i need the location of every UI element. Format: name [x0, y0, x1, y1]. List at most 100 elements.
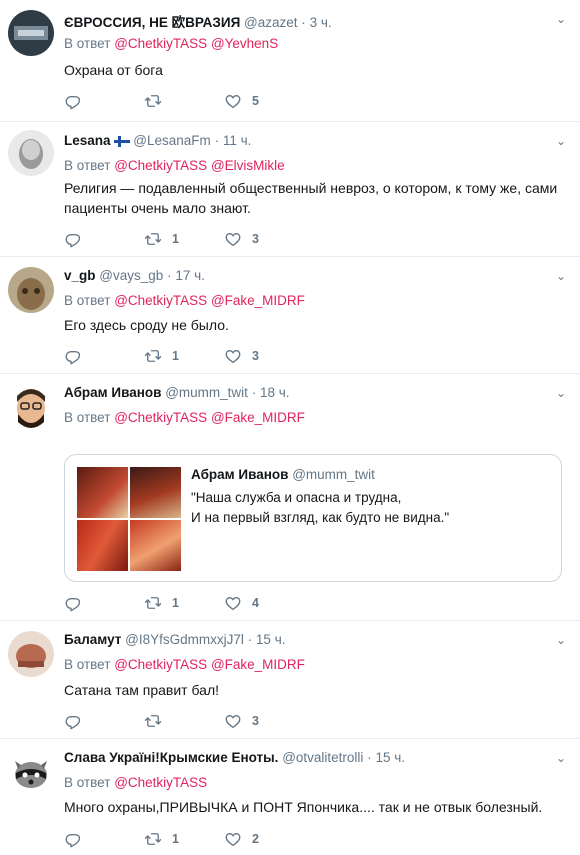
separator-dot: ·	[214, 133, 220, 148]
mention-link[interactable]: @ChetkiyTASS	[114, 775, 207, 790]
quoted-author-name: Абрам Иванов	[191, 467, 289, 482]
author-name[interactable]: Слава Україні!Крымские Еноты.	[64, 750, 278, 765]
author-name[interactable]: Баламут	[64, 632, 121, 647]
reply-icon	[64, 830, 82, 848]
retweet-count: 1	[172, 596, 179, 610]
avatar[interactable]	[8, 631, 54, 677]
heart-icon	[224, 230, 242, 248]
mention-link[interactable]: @Fake_MIDRF	[211, 410, 305, 425]
reply-context: В ответ @ChetkiyTASS	[64, 775, 207, 790]
retweet-count: 1	[172, 349, 179, 363]
retweet-icon	[144, 830, 162, 848]
heart-icon	[224, 712, 242, 730]
timestamp[interactable]: 11 ч.	[223, 133, 252, 148]
avatar[interactable]	[8, 10, 54, 56]
reply-prefix: В ответ	[64, 36, 111, 51]
quoted-text-line: "Наша служба и опасна и трудна,	[191, 490, 402, 505]
mention-link[interactable]: @Fake_MIDRF	[211, 657, 305, 672]
reply-icon	[64, 347, 82, 365]
retweet-count: 1	[172, 832, 179, 846]
like-button[interactable]: 4	[224, 594, 304, 612]
reply-button[interactable]	[64, 347, 144, 365]
reply-prefix: В ответ	[64, 293, 111, 308]
timestamp[interactable]: 15 ч.	[375, 750, 405, 765]
reply-button[interactable]	[64, 230, 144, 248]
heart-icon	[224, 347, 242, 365]
author-name[interactable]: v_gb	[64, 268, 96, 283]
mention-link[interactable]: @ElvisMikle	[211, 158, 285, 173]
mention-link[interactable]: @ChetkiyTASS	[114, 657, 207, 672]
author-name[interactable]: Lesana	[64, 133, 111, 148]
retweet-button[interactable]	[144, 92, 224, 110]
reply-prefix: В ответ	[64, 775, 111, 790]
mention-link[interactable]: @ChetkiyTASS	[114, 158, 207, 173]
separator-dot: ·	[301, 15, 306, 30]
reply-button[interactable]	[64, 712, 144, 730]
like-count: 3	[252, 232, 259, 246]
chevron-down-icon[interactable]: ⌄	[556, 12, 566, 26]
tweet[interactable]: Lesana @LesanaFm · 11 ч. ⌄ В ответ @Chet…	[0, 122, 580, 257]
tweet[interactable]: Баламут @I8YfsGdmmxxjJ7l · 15 ч. ⌄ В отв…	[0, 621, 580, 739]
author-handle[interactable]: @mumm_twit	[165, 385, 248, 400]
heart-icon	[224, 92, 242, 110]
like-button[interactable]: 3	[224, 230, 304, 248]
timestamp[interactable]: 15 ч.	[256, 632, 286, 647]
reply-icon	[64, 594, 82, 612]
author-handle[interactable]: @azazet	[244, 15, 297, 30]
avatar[interactable]	[8, 384, 54, 430]
retweet-button[interactable]: 1	[144, 347, 224, 365]
tweet[interactable]: Слава Україні!Крымские Еноты. @otvalitet…	[0, 739, 580, 855]
mention-link[interactable]: @ChetkiyTASS	[114, 36, 207, 51]
author-handle[interactable]: @otvalitetrolli	[282, 750, 363, 765]
author-name[interactable]: Абрам Иванов	[64, 385, 161, 400]
timestamp[interactable]: 17 ч.	[175, 268, 205, 283]
chevron-down-icon[interactable]: ⌄	[556, 386, 566, 400]
like-button[interactable]: 5	[224, 92, 304, 110]
tweet[interactable]: Абрам Иванов @mumm_twit · 18 ч. ⌄ В отве…	[0, 374, 580, 621]
chevron-down-icon[interactable]: ⌄	[556, 633, 566, 647]
reply-button[interactable]	[64, 830, 144, 848]
avatar[interactable]	[8, 130, 54, 176]
like-button[interactable]: 3	[224, 712, 304, 730]
media-thumbnail[interactable]	[130, 520, 181, 571]
tweet[interactable]: v_gb @vays_gb · 17 ч. ⌄ В ответ @Chetkiy…	[0, 257, 580, 374]
quoted-tweet[interactable]: Абрам Иванов @mumm_twit "Наша служба и о…	[64, 454, 562, 582]
retweet-button[interactable]: 1	[144, 594, 224, 612]
chevron-down-icon[interactable]: ⌄	[556, 134, 566, 148]
mention-link[interactable]: @Fake_MIDRF	[211, 293, 305, 308]
reply-button[interactable]	[64, 594, 144, 612]
chevron-down-icon[interactable]: ⌄	[556, 269, 566, 283]
tweet-text: Много охраны,ПРИВЫЧКА и ПОНТ Япончика...…	[64, 799, 543, 815]
tweet-actions: 1 4	[64, 593, 304, 613]
mention-link[interactable]: @YevhenS	[211, 36, 278, 51]
like-count: 4	[252, 596, 259, 610]
retweet-button[interactable]: 1	[144, 230, 224, 248]
media-thumbnail[interactable]	[77, 520, 128, 571]
reply-button[interactable]	[64, 92, 144, 110]
retweet-button[interactable]: 1	[144, 830, 224, 848]
author-name[interactable]: ЄВРОССИЯ, НЕ 欧ВРАЗИЯ	[64, 15, 240, 30]
separator-dot: ·	[367, 750, 372, 765]
timestamp[interactable]: 3 ч.	[310, 15, 332, 30]
avatar[interactable]	[8, 749, 54, 795]
timestamp[interactable]: 18 ч.	[260, 385, 290, 400]
author-handle[interactable]: @I8YfsGdmmxxjJ7l	[125, 632, 244, 647]
tweet-actions: 1 2	[64, 829, 304, 849]
author-handle[interactable]: @vays_gb	[99, 268, 163, 283]
chevron-down-icon[interactable]: ⌄	[556, 751, 566, 765]
mention-link[interactable]: @ChetkiyTASS	[114, 410, 207, 425]
mention-link[interactable]: @ChetkiyTASS	[114, 293, 207, 308]
finland-flag-icon	[113, 136, 130, 147]
avatar[interactable]	[8, 267, 54, 313]
author-handle[interactable]: @LesanaFm	[133, 133, 211, 148]
retweet-button[interactable]	[144, 712, 224, 730]
reply-icon	[64, 92, 82, 110]
like-button[interactable]: 3	[224, 347, 304, 365]
tweet[interactable]: ЄВРОССИЯ, НЕ 欧ВРАЗИЯ @azazet · 3 ч. ⌄ В …	[0, 0, 580, 122]
media-thumbnail[interactable]	[77, 467, 128, 518]
retweet-icon	[144, 712, 162, 730]
media-thumbnail[interactable]	[130, 467, 181, 518]
reply-context: В ответ @ChetkiyTASS @Fake_MIDRF	[64, 410, 305, 425]
quoted-media-grid[interactable]	[77, 467, 181, 571]
like-button[interactable]: 2	[224, 830, 304, 848]
